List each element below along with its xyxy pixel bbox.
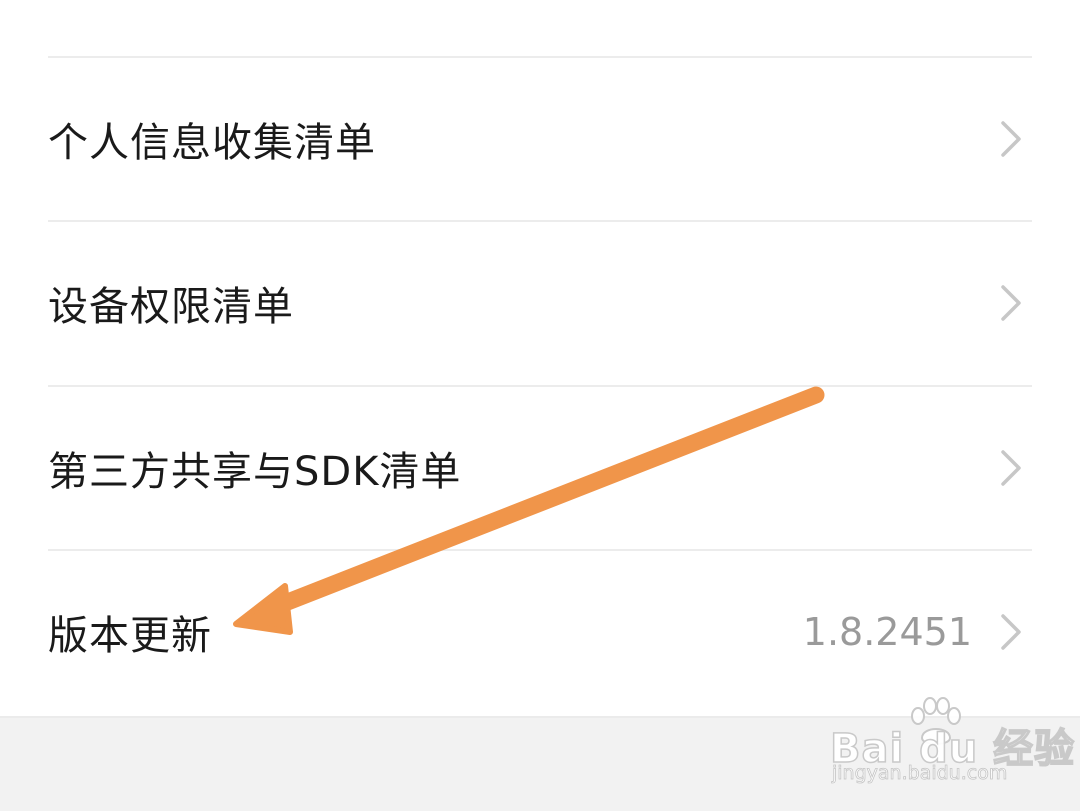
screen: 个人信息收集清单 设备权限清单 第三方共享与SDK清单 版本更新 1.8.245…: [0, 0, 1080, 811]
settings-item-version-update[interactable]: 版本更新 1.8.2451: [0, 551, 1080, 713]
chevron-right-icon: [1001, 285, 1021, 321]
version-number: 1.8.2451: [802, 610, 972, 654]
settings-item-device-permissions-list[interactable]: 设备权限清单: [0, 222, 1080, 384]
settings-item-label: 第三方共享与SDK清单: [48, 449, 462, 495]
settings-item-third-party-sdk-list[interactable]: 第三方共享与SDK清单: [0, 387, 1080, 549]
chevron-right-icon: [1001, 121, 1021, 157]
baidu-jingyan-watermark: Bai du 经验 jingyan.baidu.com: [826, 694, 1075, 788]
settings-item-label: 设备权限清单: [48, 284, 294, 330]
watermark-url: jingyan.baidu.com: [832, 762, 1008, 785]
settings-item-personal-info-list[interactable]: 个人信息收集清单: [0, 58, 1080, 220]
settings-list: 个人信息收集清单 设备权限清单 第三方共享与SDK清单 版本更新 1.8.245…: [0, 0, 1080, 716]
chevron-right-icon: [1001, 614, 1021, 650]
settings-item-label: 个人信息收集清单: [48, 120, 376, 166]
chevron-right-icon: [1001, 450, 1021, 486]
settings-item-label: 版本更新: [48, 613, 212, 659]
